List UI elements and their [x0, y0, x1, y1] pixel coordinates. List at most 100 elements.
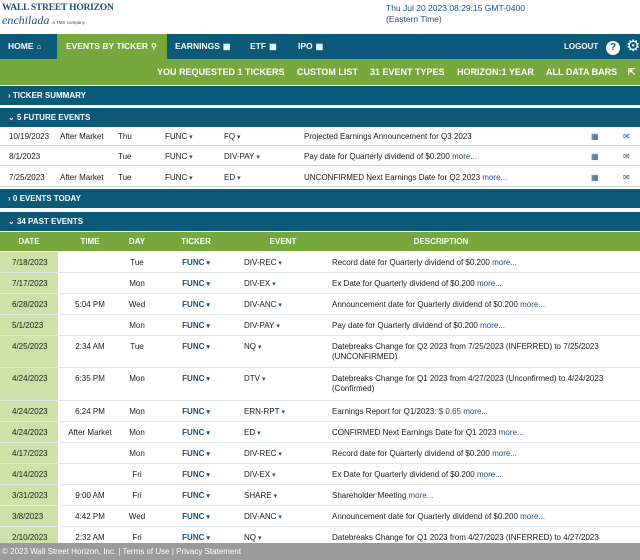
past-events-header: DATE TIME DAY TICKER EVENT DESCRIPTION [0, 232, 640, 251]
event-type-link[interactable]: DIV-REC ▾ [244, 258, 282, 269]
past-event-row: 4/24/2023 6:24 PM Mon FUNC ▾ ERN-RPT ▾ Earnin… [0, 401, 640, 422]
calendar-icon: ▦ [315, 42, 324, 51]
event-date-cell: 4/14/2023 [0, 464, 58, 484]
event-date: 7/25/2023 [9, 173, 45, 182]
ticker-link[interactable]: FUNC ▾ [165, 127, 193, 147]
privacy-link[interactable]: Privacy Statement [176, 547, 241, 556]
ticker-symbol: FUNC [182, 342, 205, 351]
col-time[interactable]: TIME [80, 232, 99, 251]
event-type: DTV [244, 374, 260, 383]
nav-ipo[interactable]: IPO ▦ [298, 34, 323, 59]
event-date-cell: 7/17/2023 [0, 273, 58, 293]
more-link[interactable]: more... [480, 321, 505, 330]
mail-icon[interactable]: ✉ [623, 168, 630, 187]
calendar-icon[interactable]: ▦ [591, 168, 599, 187]
logo[interactable]: WALL STREET HORIZON enchilada a TMX compa… [2, 3, 114, 25]
event-type-link[interactable]: DIV-ANC ▾ [244, 300, 282, 311]
future-event-row: 10/19/2023 After Market Thu FUNC ▾ FQ ▾ Proje… [0, 127, 640, 146]
event-type-link[interactable]: ERN-RPT ▾ [244, 407, 285, 418]
more-link[interactable]: more... [520, 512, 545, 521]
caret-down-icon: ▾ [204, 409, 210, 416]
calendar-icon[interactable]: ▦ [591, 127, 599, 146]
nav-earnings[interactable]: EARNINGS ▦ [175, 34, 230, 59]
ticker-link[interactable]: FUNC ▾ [182, 342, 210, 353]
more-link[interactable]: more... [463, 407, 488, 416]
event-type-link[interactable]: DIV-EX ▾ [244, 279, 276, 290]
ticker-summary-toggle[interactable]: › TICKER SUMMARY [0, 86, 640, 105]
col-description[interactable]: DESCRIPTION [414, 232, 469, 251]
clock-zone: (Eastern Time) [386, 14, 442, 24]
more-link[interactable]: more... [482, 173, 507, 182]
horizon[interactable]: HORIZON:1 YEAR [457, 59, 534, 85]
more-link[interactable]: more... [520, 300, 545, 309]
caret-down-icon: ▾ [187, 134, 193, 141]
custom-list[interactable]: CUSTOM LIST [297, 59, 358, 85]
mail-icon[interactable]: ✉ [623, 127, 630, 146]
event-type-link[interactable]: ED ▾ [244, 428, 261, 439]
ticker-symbol: FUNC [182, 470, 205, 479]
event-date-cell: 5/1/2023 [0, 315, 58, 335]
event-type: DIV-REC [244, 258, 277, 267]
ticker-link[interactable]: FUNC ▾ [182, 449, 210, 460]
event-type-link[interactable]: DIV-EX ▾ [244, 470, 276, 481]
col-day[interactable]: DAY [129, 232, 145, 251]
event-description: Datebreaks Change for Q2 2023 from 7/25/… [332, 342, 632, 362]
col-event[interactable]: EVENT [270, 232, 297, 251]
ticker-link[interactable]: FUNC ▾ [182, 321, 210, 332]
all-data-bars[interactable]: ALL DATA BARS [546, 59, 617, 85]
main-nav: HOME ⌂ EVENTS BY TICKER ⚲ EARNINGS ▦ ETF ▦ I… [0, 34, 640, 59]
caret-down-icon: ▾ [187, 154, 193, 161]
more-link[interactable]: more... [492, 449, 517, 458]
event-type-link[interactable]: DIV-PAY ▾ [244, 321, 280, 332]
event-type-link[interactable]: ED ▾ [224, 168, 241, 188]
event-type-link[interactable]: SHARE ▾ [244, 491, 277, 502]
more-link[interactable]: more... [477, 279, 502, 288]
ticker-link[interactable]: FUNC ▾ [165, 168, 193, 188]
ticker-link[interactable]: FUNC ▾ [182, 407, 210, 418]
ticker-link[interactable]: FUNC ▾ [182, 470, 210, 481]
past-events-toggle[interactable]: ⌄ 34 PAST EVENTS [0, 212, 640, 231]
more-link[interactable]: more... [499, 428, 524, 437]
gear-icon[interactable]: ⚙ [626, 38, 640, 56]
future-events-toggle[interactable]: ⌄ 5 FUTURE EVENTS [0, 108, 640, 127]
more-link[interactable]: more... [477, 470, 502, 479]
event-day: Fri [132, 491, 142, 500]
more-link[interactable]: more... [452, 152, 477, 161]
event-type-link[interactable]: DTV ▾ [244, 374, 265, 385]
ticker-link[interactable]: FUNC ▾ [182, 374, 210, 385]
ticker-link[interactable]: FUNC ▾ [182, 428, 210, 439]
ticker-symbol: FUNC [165, 132, 188, 141]
help-icon[interactable]: ? [606, 41, 620, 55]
ticker-link[interactable]: FUNC ▾ [165, 147, 193, 167]
more-link[interactable]: more... [492, 258, 517, 267]
event-type-link[interactable]: DIV-ANC ▾ [244, 512, 282, 523]
ticker-link[interactable]: FUNC ▾ [182, 512, 210, 523]
nav-ipo-label: IPO [298, 41, 313, 51]
share-icon[interactable]: ⇱ [628, 59, 636, 85]
more-link[interactable]: more... [409, 491, 434, 500]
logout-link[interactable]: LOGOUT [564, 34, 598, 59]
requested-tickers[interactable]: YOU REQUESTED 1 TICKERS [157, 59, 285, 85]
ticker-link[interactable]: FUNC ▾ [182, 491, 210, 502]
event-type-link[interactable]: DIV-PAY ▾ [224, 147, 260, 167]
event-type-link[interactable]: DIV-REC ▾ [244, 449, 282, 460]
event-type-link[interactable]: FQ ▾ [224, 127, 241, 147]
mail-icon[interactable]: ✉ [623, 147, 630, 166]
calendar-icon[interactable]: ▦ [591, 147, 599, 166]
nav-home[interactable]: HOME ⌂ [0, 34, 49, 59]
chevron-right-icon: › [8, 194, 11, 203]
events-today-toggle[interactable]: › 0 EVENTS TODAY [0, 189, 640, 208]
nav-etf[interactable]: ETF ▦ [250, 34, 277, 59]
terms-link[interactable]: Terms of Use [122, 547, 169, 556]
nav-events-by-ticker[interactable]: EVENTS BY TICKER ⚲ [57, 34, 167, 59]
ticker-link[interactable]: FUNC ▾ [182, 258, 210, 269]
caret-down-icon: ▾ [270, 281, 276, 288]
event-types[interactable]: 31 EVENT TYPES [370, 59, 445, 85]
col-ticker[interactable]: TICKER [181, 232, 211, 251]
description-text: CONFIRMED Next Earnings Date for Q1 2023 [332, 428, 497, 437]
ticker-link[interactable]: FUNC ▾ [182, 300, 210, 311]
nav-etf-label: ETF [250, 41, 267, 51]
col-date[interactable]: DATE [18, 232, 39, 251]
ticker-link[interactable]: FUNC ▾ [182, 279, 210, 290]
event-type-link[interactable]: NQ ▾ [244, 342, 261, 353]
